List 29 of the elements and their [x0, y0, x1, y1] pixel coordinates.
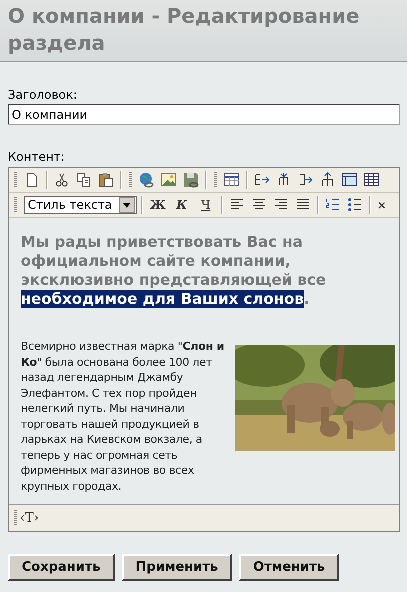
insert-column-icon — [254, 172, 270, 188]
paste-icon — [98, 172, 114, 188]
image-icon — [161, 172, 177, 188]
insert-row-icon — [298, 172, 314, 188]
element-path[interactable]: ‹T› — [20, 510, 40, 526]
globe-link-icon — [139, 172, 155, 188]
body-paragraph: Всемирно известная марка "Слон и Ко" была основана более 100 лет назад легендарным Джамбу Элефантом. С тех пор пройден нелегкий путь. Мы начинали торговать нашей продукцией в ларьках на Киевском вокзале, а теперь у нас огромная сеть фирменных магазинов во всех крупных городах. — [21, 339, 226, 494]
underline-button[interactable]: Ч — [195, 198, 217, 212]
table-grid-icon — [364, 172, 380, 188]
apply-button[interactable]: Применить — [122, 554, 232, 581]
copy-icon — [76, 172, 92, 188]
dropdown-arrow-icon — [123, 202, 131, 208]
numbered-list-icon — [325, 197, 341, 213]
field-label: Заголовок: — [8, 88, 78, 102]
floppy-disk-button[interactable] — [181, 170, 201, 190]
title-input[interactable]: О компании — [8, 104, 400, 125]
cell-properties-icon — [342, 172, 358, 188]
style-dropdown[interactable]: Стиль текста — [24, 196, 137, 214]
remove-format-button[interactable]: × — [375, 198, 389, 212]
bold-button[interactable]: Ж — [147, 198, 169, 212]
cancel-button[interactable]: Отменить — [239, 554, 340, 581]
page-title: О компании - Редактирование раздела — [8, 4, 360, 55]
content-label: Контент: — [8, 150, 65, 164]
italic-button[interactable]: К — [171, 198, 193, 212]
save-button[interactable]: Сохранить — [8, 554, 115, 581]
bullet-list-icon — [347, 197, 363, 213]
lead-paragraph: Мы рады приветствовать Вас на официальном сайте компании, эксклюзивно представляющей все необходимое для Ваших слонов. — [21, 233, 328, 309]
table-icon — [224, 172, 240, 188]
scissors-icon — [54, 172, 70, 188]
